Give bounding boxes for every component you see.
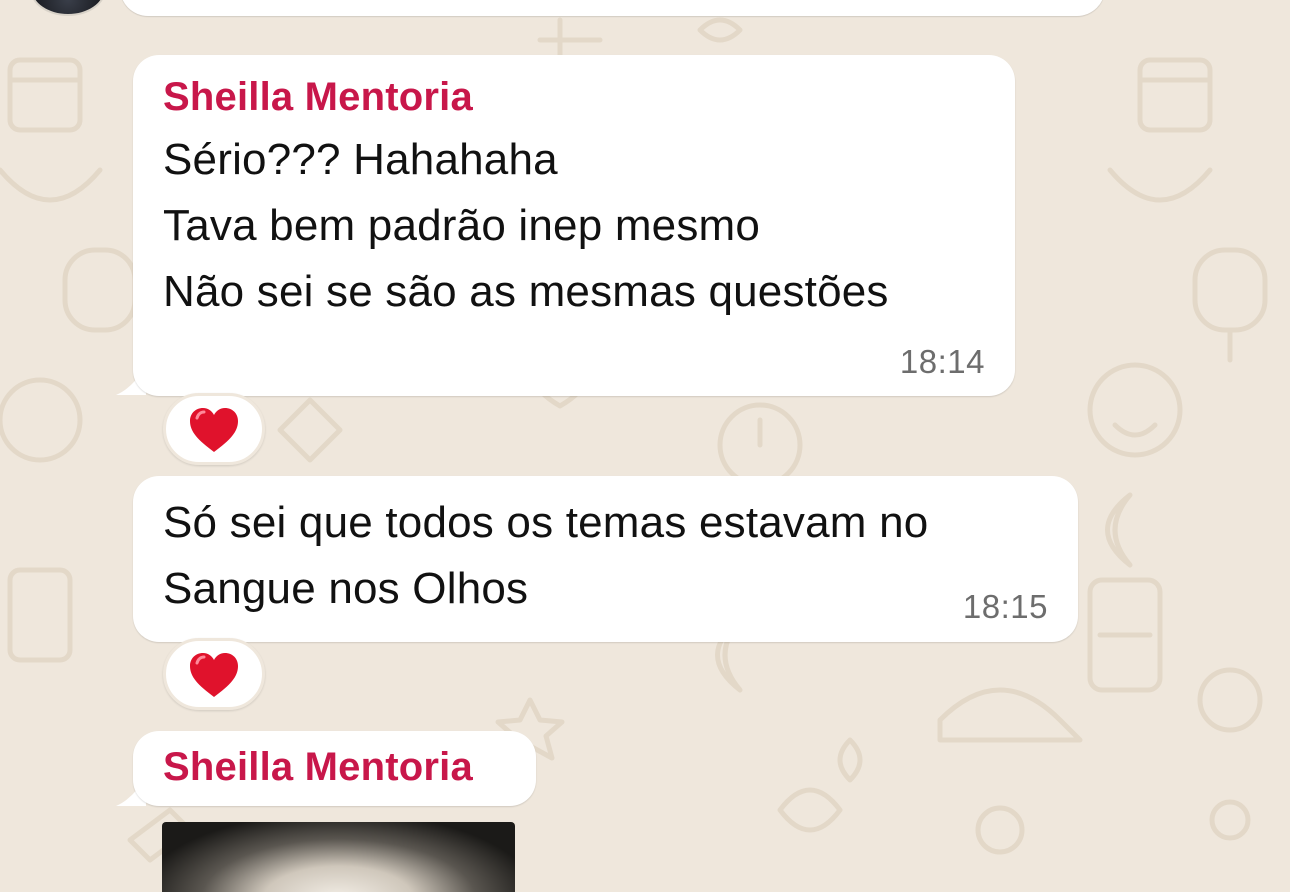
message-timestamp: 18:14 (899, 343, 985, 380)
message-text-line: Tava bem padrão inep mesmo (163, 201, 761, 250)
message-reaction[interactable] (163, 393, 265, 465)
message-reaction[interactable] (163, 638, 265, 710)
sender-avatar[interactable] (30, 0, 106, 16)
sender-name[interactable]: Sheilla Mentoria (163, 75, 473, 120)
red-heart-icon (190, 408, 238, 452)
message-text-line: Sério??? Hahahaha (163, 135, 558, 184)
chat-thread[interactable]: Sheilla Mentoria Sério??? Hahahaha Tava … (0, 0, 1290, 892)
message-text-line: Só sei que todos os temas estavam no (163, 498, 929, 547)
message-bubble[interactable]: Sheilla Mentoria (133, 731, 536, 806)
message-timestamp: 18:15 (962, 588, 1048, 625)
message-bubble[interactable]: Sheilla Mentoria Sério??? Hahahaha Tava … (133, 55, 1015, 396)
message-bubble[interactable]: Só sei que todos os temas estavam no San… (133, 476, 1078, 642)
sender-name[interactable]: Sheilla Mentoria (163, 745, 473, 790)
message-text-line: Não sei se são as mesmas questões (163, 267, 889, 316)
photo-attachment[interactable] (162, 822, 515, 892)
message-text-line: Sangue nos Olhos (163, 564, 529, 613)
previous-message-bubble[interactable] (120, 0, 1105, 16)
red-heart-icon (190, 653, 238, 697)
